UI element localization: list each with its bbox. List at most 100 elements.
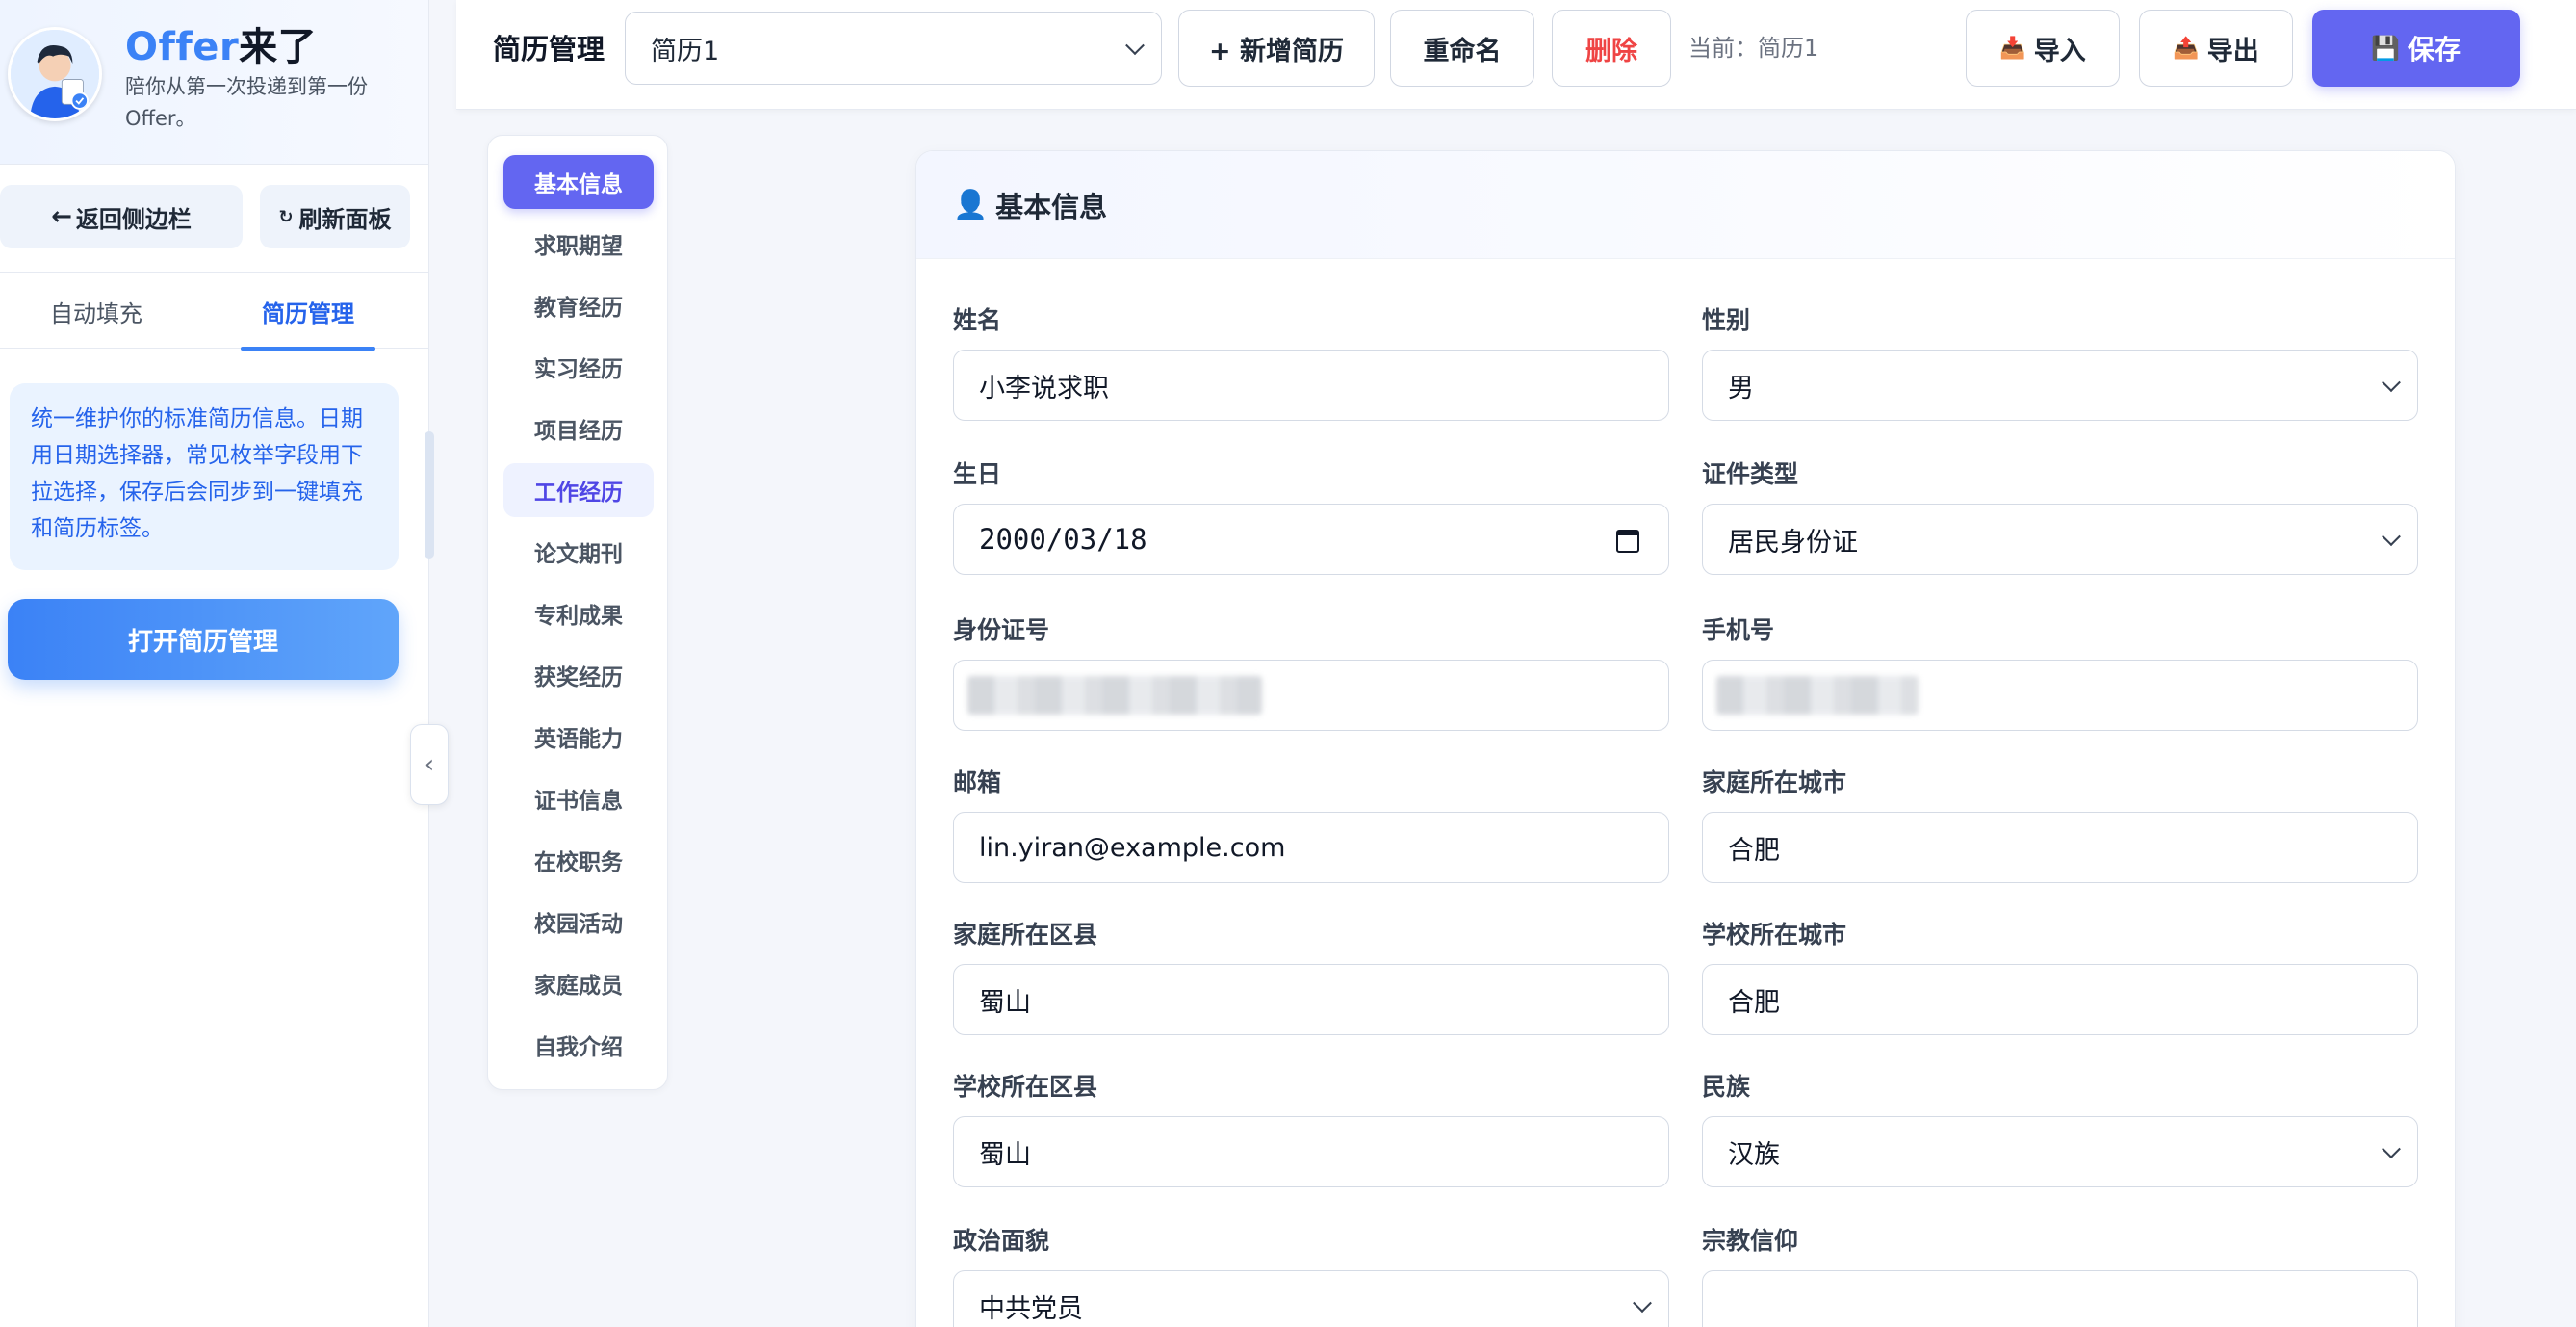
tab-autofill[interactable]: 自动填充 bbox=[19, 273, 173, 350]
home-district-value: 蜀山 bbox=[979, 987, 1031, 1018]
calendar-icon[interactable] bbox=[1616, 530, 1639, 553]
political-status-label: 政治面貌 bbox=[953, 1227, 1050, 1255]
section-heading: 👤 基本信息 bbox=[916, 151, 2455, 259]
home-city-value: 合肥 bbox=[1728, 835, 1780, 866]
add-resume-button[interactable]: + 新增简历 bbox=[1178, 10, 1375, 87]
save-button[interactable]: 💾 保存 bbox=[2312, 10, 2520, 87]
name-field[interactable]: 小李说求职 bbox=[953, 350, 1669, 421]
info-card: 统一维护你的标准简历信息。日期用日期选择器，常见枚举字段用下拉选择，保存后会同步… bbox=[10, 383, 399, 570]
section-nav-item[interactable]: 工作经历 bbox=[503, 463, 654, 517]
collapse-panel-button[interactable]: ‹ bbox=[410, 724, 449, 805]
section-nav-item[interactable]: 实习经历 bbox=[503, 340, 654, 394]
ethnicity-label: 民族 bbox=[1702, 1073, 1751, 1101]
phone-field[interactable] bbox=[1702, 660, 2418, 731]
open-resume-management-button[interactable]: 打开简历管理 bbox=[8, 599, 399, 680]
section-nav-item[interactable]: 自我介绍 bbox=[503, 1018, 654, 1072]
section-nav-item[interactable]: 基本信息 bbox=[503, 155, 654, 209]
home-district-field[interactable]: 蜀山 bbox=[953, 964, 1669, 1035]
school-city-field[interactable]: 合肥 bbox=[1702, 964, 2418, 1035]
outbox-tray-icon: 📤 bbox=[2173, 36, 2200, 61]
panel-action-row: ← 返回侧边栏 ↻ 刷新面板 bbox=[0, 185, 429, 248]
chevron-down-icon bbox=[1125, 36, 1145, 56]
gender-value: 男 bbox=[1728, 373, 1754, 403]
school-district-label: 学校所在区县 bbox=[953, 1073, 1098, 1101]
chevron-down-icon bbox=[2382, 527, 2401, 547]
home-district-label: 家庭所在区县 bbox=[953, 921, 1098, 949]
name-label: 姓名 bbox=[953, 306, 1002, 334]
delete-button[interactable]: 删除 bbox=[1552, 10, 1671, 87]
refresh-icon: ↻ bbox=[278, 206, 294, 227]
rename-button[interactable]: 重命名 bbox=[1390, 10, 1534, 87]
political-status-select[interactable]: 中共党员 bbox=[953, 1270, 1669, 1327]
chevron-left-icon: ‹ bbox=[424, 750, 435, 779]
school-district-field[interactable]: 蜀山 bbox=[953, 1116, 1669, 1187]
chevron-down-icon bbox=[2382, 1139, 2401, 1159]
redacted-phone bbox=[1716, 676, 1919, 715]
section-nav-item[interactable]: 校园活动 bbox=[503, 895, 654, 949]
section-nav-item[interactable]: 在校职务 bbox=[503, 833, 654, 887]
resume-select[interactable]: 简历1 bbox=[625, 12, 1162, 85]
mascot-avatar-icon bbox=[11, 30, 99, 118]
ethnicity-select[interactable]: 汉族 bbox=[1702, 1116, 2418, 1187]
section-nav-item[interactable]: 证书信息 bbox=[503, 771, 654, 825]
export-button[interactable]: 📤 导出 bbox=[2139, 10, 2293, 87]
brand-title-suffix: 来了 bbox=[239, 25, 318, 69]
section-nav-item[interactable]: 论文期刊 bbox=[503, 525, 654, 579]
id-type-value: 居民身份证 bbox=[1728, 527, 1858, 558]
import-label: 导入 bbox=[2033, 36, 2086, 66]
section-nav-item[interactable]: 家庭成员 bbox=[503, 956, 654, 1010]
chevron-down-icon bbox=[1633, 1293, 1652, 1314]
current-resume-text: 当前：简历1 bbox=[1688, 35, 1819, 62]
redacted-id-number bbox=[967, 676, 1262, 715]
section-nav-item[interactable]: 教育经历 bbox=[503, 278, 654, 332]
section-nav-item[interactable]: 求职期望 bbox=[503, 217, 654, 271]
section-nav-item[interactable]: 英语能力 bbox=[503, 710, 654, 764]
gender-select[interactable]: 男 bbox=[1702, 350, 2418, 421]
avatar bbox=[8, 27, 102, 121]
home-city-field[interactable]: 合肥 bbox=[1702, 812, 2418, 883]
religion-field[interactable] bbox=[1702, 1270, 2418, 1327]
save-label: 保存 bbox=[2407, 34, 2461, 65]
id-type-select[interactable]: 居民身份证 bbox=[1702, 504, 2418, 575]
page-title: 简历管理 bbox=[493, 33, 605, 65]
section-heading-text: 基本信息 bbox=[995, 190, 1108, 223]
person-icon: 👤 bbox=[953, 188, 989, 221]
id-number-field[interactable] bbox=[953, 660, 1669, 731]
school-city-label: 学校所在城市 bbox=[1702, 921, 1847, 949]
ethnicity-value: 汉族 bbox=[1728, 1139, 1780, 1170]
home-city-label: 家庭所在城市 bbox=[1702, 768, 1847, 796]
panel-scrollbar[interactable] bbox=[425, 431, 434, 559]
brand-title-prefix: Offer bbox=[125, 25, 240, 69]
section-nav-item[interactable]: 获奖经历 bbox=[503, 648, 654, 702]
brand-subtitle: 陪你从第一次投递到第一份 Offer。 bbox=[125, 75, 368, 130]
panel-tabs: 自动填充 简历管理 bbox=[0, 272, 429, 351]
phone-label: 手机号 bbox=[1702, 616, 1775, 644]
section-nav-item[interactable]: 项目经历 bbox=[503, 402, 654, 455]
email-field[interactable]: lin.yiran@example.com bbox=[953, 812, 1669, 883]
left-panel: Offer来了 陪你从第一次投递到第一份 Offer。 ← 返回侧边栏 ↻ 刷新… bbox=[0, 0, 434, 1327]
arrow-left-icon: ← bbox=[51, 202, 72, 231]
section-nav-item[interactable]: 专利成果 bbox=[503, 586, 654, 640]
school-city-value: 合肥 bbox=[1728, 987, 1780, 1018]
app-root: Offer来了 陪你从第一次投递到第一份 Offer。 ← 返回侧边栏 ↻ 刷新… bbox=[0, 0, 2576, 1327]
gender-label: 性别 bbox=[1702, 306, 1751, 334]
toolbar: 简历管理 简历1 + 新增简历 重命名 删除 当前：简历1 📥 导入 📤 导出 … bbox=[456, 0, 2576, 110]
basic-info-card: 👤 基本信息 姓名 小李说求职 性别 男 生日 2000/03/18 证件类型 … bbox=[915, 150, 2456, 1327]
back-to-sidebar-button[interactable]: ← 返回侧边栏 bbox=[0, 185, 243, 248]
email-label: 邮箱 bbox=[953, 768, 1002, 796]
birthday-date-field[interactable]: 2000/03/18 bbox=[953, 504, 1669, 575]
refresh-panel-button[interactable]: ↻ 刷新面板 bbox=[260, 185, 410, 248]
religion-label: 宗教信仰 bbox=[1702, 1227, 1799, 1255]
birthday-value: 2000/03/18 bbox=[979, 523, 1147, 556]
export-label: 导出 bbox=[2206, 36, 2259, 66]
tab-resume-management[interactable]: 简历管理 bbox=[241, 273, 375, 351]
chevron-down-icon bbox=[2382, 373, 2401, 393]
import-button[interactable]: 📥 导入 bbox=[1966, 10, 2120, 87]
name-value: 小李说求职 bbox=[979, 373, 1109, 403]
id-number-label: 身份证号 bbox=[953, 616, 1050, 644]
brand-header: Offer来了 陪你从第一次投递到第一份 Offer。 bbox=[0, 0, 428, 165]
id-type-label: 证件类型 bbox=[1702, 460, 1799, 488]
school-district-value: 蜀山 bbox=[979, 1139, 1031, 1170]
brand-title: Offer来了 bbox=[125, 15, 317, 71]
email-value: lin.yiran@example.com bbox=[979, 832, 1286, 863]
